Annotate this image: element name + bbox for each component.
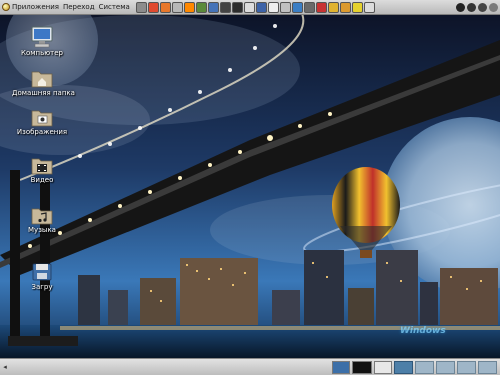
clock-icon[interactable] bbox=[267, 1, 279, 13]
desktop-icon-label: Домашняя папка bbox=[12, 89, 75, 97]
desktop-icon-pictures[interactable]: Изображения bbox=[12, 107, 72, 136]
home-folder-icon bbox=[31, 71, 53, 88]
firefox-icon[interactable] bbox=[159, 1, 171, 13]
taskbar-window-list[interactable] bbox=[10, 359, 331, 375]
windows-watermark: Windows bbox=[400, 326, 446, 336]
media-player-icon[interactable] bbox=[255, 1, 267, 13]
panel-scroll-left-button[interactable]: ◂ bbox=[0, 360, 10, 374]
menu-places-label: Переход bbox=[62, 3, 95, 11]
menu-places[interactable]: Переход bbox=[61, 3, 97, 11]
search-icon[interactable] bbox=[467, 2, 476, 12]
menu-system-label: Система bbox=[98, 3, 130, 11]
image-viewer-icon[interactable] bbox=[195, 1, 207, 13]
calendar-icon[interactable] bbox=[315, 1, 327, 13]
workspace-3[interactable] bbox=[436, 360, 455, 374]
video-folder-icon bbox=[31, 158, 53, 175]
eject-icon[interactable] bbox=[456, 2, 465, 12]
desktop-wallpaper bbox=[0, 0, 500, 375]
desktop-icon-label: Загру bbox=[31, 283, 53, 291]
cd-icon[interactable] bbox=[363, 1, 375, 13]
power-icon[interactable] bbox=[489, 2, 498, 12]
network-icon[interactable] bbox=[207, 1, 219, 13]
menu-applications-label: Приложения bbox=[12, 3, 59, 11]
monitor-icon[interactable] bbox=[291, 1, 303, 13]
desktop-icon-video[interactable]: Видео bbox=[12, 155, 72, 184]
desktop-icon-label: Музыка bbox=[28, 226, 56, 234]
bottom-panel: ◂ bbox=[0, 358, 500, 375]
music-folder-icon bbox=[31, 208, 53, 225]
distro-logo-icon bbox=[2, 3, 10, 11]
archive-icon[interactable] bbox=[219, 1, 231, 13]
desktop-icon-home[interactable]: Домашняя папка bbox=[12, 68, 75, 97]
trash-icon[interactable] bbox=[374, 360, 392, 374]
workspace-switcher bbox=[393, 360, 500, 374]
pen-icon[interactable] bbox=[303, 1, 315, 13]
launcher-bar bbox=[135, 1, 375, 13]
workspace-4[interactable] bbox=[457, 360, 476, 374]
lifebuoy-icon[interactable] bbox=[147, 1, 159, 13]
top-panel: Приложения Переход Система bbox=[0, 0, 500, 15]
show-desktop-icon[interactable] bbox=[332, 360, 350, 374]
menu-applications[interactable]: Приложения bbox=[0, 3, 61, 11]
terminal-icon[interactable] bbox=[352, 360, 372, 374]
film-icon[interactable] bbox=[231, 1, 243, 13]
clipboard-icon[interactable] bbox=[135, 1, 147, 13]
computer-icon bbox=[31, 26, 53, 48]
desktop-icon-computer[interactable]: Компьютер bbox=[12, 26, 72, 57]
desktop-icon-label: Видео bbox=[30, 176, 54, 184]
banana-icon[interactable] bbox=[351, 1, 363, 13]
menu-system[interactable]: Система bbox=[97, 3, 132, 11]
vlc-icon[interactable] bbox=[183, 1, 195, 13]
workspace-1[interactable] bbox=[394, 360, 413, 374]
desktop-icon-downloads[interactable]: Загру bbox=[12, 262, 72, 291]
workspace-5[interactable] bbox=[478, 360, 497, 374]
pictures-folder-icon bbox=[31, 110, 53, 127]
desktop-icon-label: Компьютер bbox=[21, 49, 63, 57]
system-tray bbox=[456, 2, 500, 12]
editor-icon[interactable] bbox=[279, 1, 291, 13]
downloads-icon bbox=[32, 263, 52, 281]
desktop-icon-label: Изображения bbox=[16, 128, 68, 136]
dvd-icon[interactable] bbox=[171, 1, 183, 13]
desktop-icon-music[interactable]: Музыка bbox=[12, 205, 72, 234]
disc-icon[interactable] bbox=[243, 1, 255, 13]
burner-icon[interactable] bbox=[339, 1, 351, 13]
cd-player-icon[interactable] bbox=[327, 1, 339, 13]
workspace-2[interactable] bbox=[415, 360, 434, 374]
settings-icon[interactable] bbox=[478, 2, 487, 12]
